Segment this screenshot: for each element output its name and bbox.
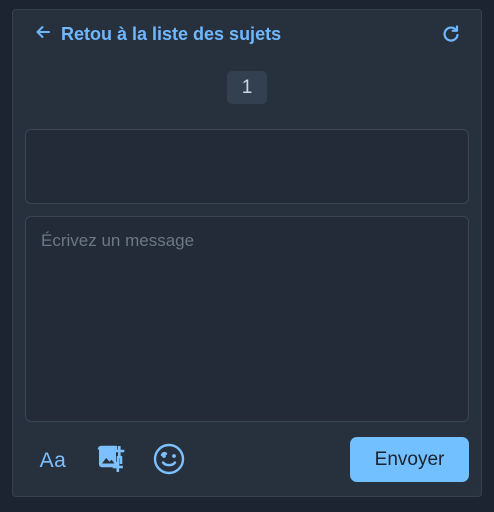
refresh-icon	[441, 25, 461, 48]
send-button[interactable]: Envoyer	[350, 437, 469, 482]
chat-panel: Retou à la liste des sujets 1 Aa	[12, 9, 482, 497]
insert-image-button[interactable]	[95, 444, 127, 478]
message-input[interactable]	[25, 216, 469, 422]
page-number-badge[interactable]: 1	[227, 71, 267, 104]
panel-header: Retou à la liste des sujets	[13, 10, 481, 58]
emoji-button[interactable]	[151, 442, 187, 481]
message-preview-area	[25, 129, 469, 204]
refresh-button[interactable]	[441, 24, 461, 44]
text-format-button[interactable]: Aa	[37, 444, 69, 478]
back-link-label: Retou à la liste des sujets	[61, 23, 282, 44]
back-to-topics-link[interactable]: Retou à la liste des sujets	[35, 22, 281, 46]
emoji-icon	[152, 442, 186, 481]
arrow-left-icon	[35, 24, 51, 45]
add-image-icon	[96, 444, 126, 479]
